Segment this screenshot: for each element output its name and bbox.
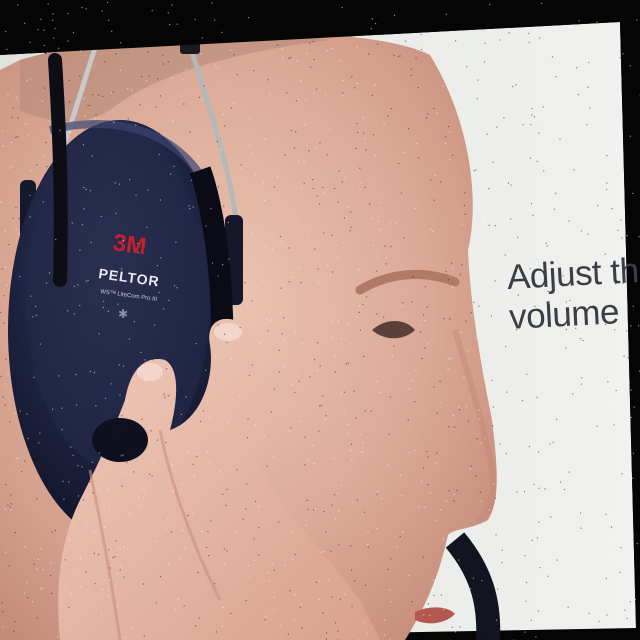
caption-line-2: volume bbox=[508, 292, 620, 337]
caption: Adjust the volume bbox=[506, 250, 640, 338]
brand-logo: 3M bbox=[111, 229, 148, 260]
volume-knob bbox=[92, 418, 148, 462]
image-frame: 3M PELTOR WS™ LiteCom Pro III ✱ Adjust t… bbox=[0, 0, 640, 640]
caption-line-1: Adjust the bbox=[506, 250, 640, 297]
bluetooth-icon: ✱ bbox=[118, 307, 128, 321]
